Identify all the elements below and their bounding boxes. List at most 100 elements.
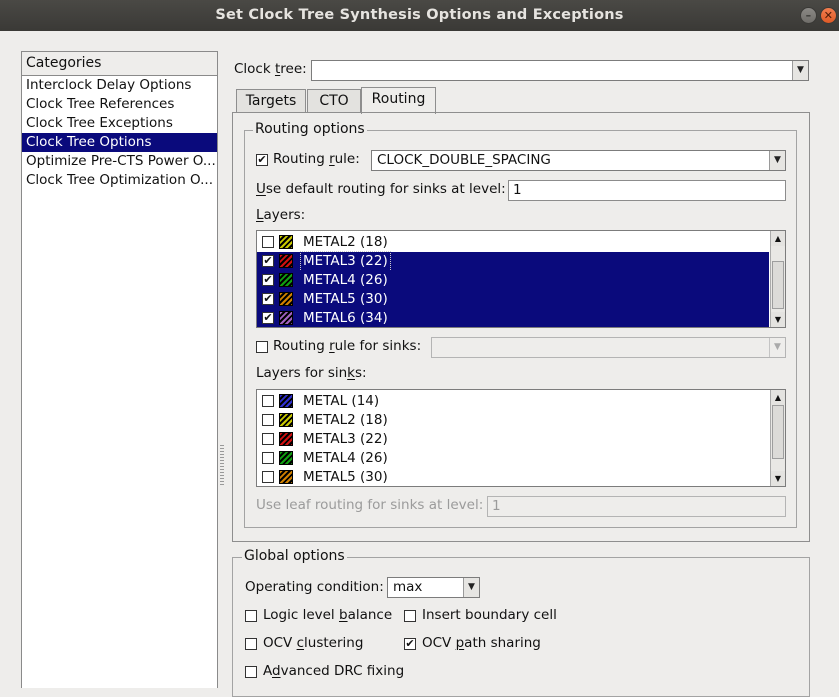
layer-name: METAL4 (26): [303, 272, 388, 288]
sidebar-item[interactable]: Clock Tree Optimization O...: [22, 171, 217, 190]
layer-checkbox[interactable]: ✔: [262, 312, 274, 324]
layer-color-swatch-icon: [279, 292, 293, 306]
layer-color-swatch-icon: [279, 451, 293, 465]
global-options-title: Global options: [242, 548, 347, 564]
clock-tree-combo[interactable]: ▼: [311, 60, 809, 81]
chevron-down-icon[interactable]: ▼: [792, 61, 808, 80]
layer-checkbox[interactable]: [262, 395, 274, 407]
close-icon: ✕: [823, 9, 834, 22]
sink-layers-label: Layers for sinks:: [256, 365, 367, 381]
advanced-drc-label: Advanced DRC fixing: [263, 663, 405, 679]
title-bar: Set Clock Tree Synthesis Options and Exc…: [0, 0, 839, 31]
layer-name: METAL2 (18): [303, 412, 388, 428]
minimize-button[interactable]: –: [800, 7, 817, 24]
layer-color-swatch-icon: [279, 394, 293, 408]
sink-layers-list[interactable]: METAL (14) METAL2 (18) METAL3 (22) METAL4 (…: [256, 389, 786, 487]
tab-cto[interactable]: CTO: [307, 89, 361, 113]
routing-rule-combo[interactable]: CLOCK_DOUBLE_SPACING ▼: [371, 150, 786, 171]
sidebar-item[interactable]: Optimize Pre-CTS Power O...: [22, 152, 217, 171]
layer-color-swatch-icon: [279, 254, 293, 268]
layer-name: METAL5 (30): [303, 469, 388, 485]
layer-name: METAL3 (22): [303, 431, 388, 447]
advanced-drc-checkbox[interactable]: [245, 666, 257, 678]
logic-level-balance-checkbox[interactable]: [245, 610, 257, 622]
layer-checkbox[interactable]: [262, 236, 274, 248]
operating-condition-label: Operating condition:: [245, 579, 384, 595]
routing-options-title: Routing options: [253, 121, 367, 137]
layer-row[interactable]: METAL3 (22): [257, 430, 769, 449]
layer-row[interactable]: METAL (14): [257, 392, 769, 411]
layers-list[interactable]: METAL2 (18) ✔ METAL3 (22) ✔ METAL4 (26) ✔ META…: [256, 230, 786, 328]
categories-header: Categories: [22, 52, 217, 76]
categories-list[interactable]: Categories Interclock Delay Options Clock…: [21, 51, 218, 688]
logic-level-balance-label: Logic level balance: [263, 607, 393, 623]
layer-row[interactable]: ✔ METAL4 (26): [257, 271, 769, 290]
leaf-routing-label: Use leaf routing for sinks at level:: [256, 497, 484, 513]
default-routing-level-input[interactable]: 1: [508, 180, 786, 201]
layer-checkbox[interactable]: [262, 433, 274, 445]
tab-routing[interactable]: Routing: [361, 87, 436, 114]
layer-checkbox[interactable]: [262, 414, 274, 426]
layer-color-swatch-icon: [279, 235, 293, 249]
sidebar-item[interactable]: Clock Tree Options: [22, 133, 217, 152]
layer-checkbox[interactable]: ✔: [262, 293, 274, 305]
layer-checkbox[interactable]: [262, 471, 274, 483]
operating-condition-combo[interactable]: max ▼: [387, 577, 480, 598]
layer-color-swatch-icon: [279, 413, 293, 427]
close-button[interactable]: ✕: [820, 7, 837, 24]
scroll-up-icon[interactable]: ▲: [771, 390, 785, 405]
ocv-path-sharing-checkbox[interactable]: ✔: [404, 638, 416, 650]
layer-color-swatch-icon: [279, 470, 293, 484]
layer-row[interactable]: ✔ METAL5 (30): [257, 290, 769, 309]
scroll-thumb[interactable]: [772, 405, 784, 459]
layer-row[interactable]: METAL5 (30): [257, 468, 769, 486]
chevron-down-icon[interactable]: ▼: [769, 151, 785, 170]
layer-row[interactable]: METAL2 (18): [257, 411, 769, 430]
layer-row[interactable]: ✔ METAL6 (34): [257, 309, 769, 327]
sink-routing-rule-checkbox[interactable]: [256, 341, 268, 353]
layer-name: METAL5 (30): [303, 291, 388, 307]
layer-name: METAL6 (34): [303, 310, 388, 326]
sidebar-item[interactable]: Clock Tree Exceptions: [22, 114, 217, 133]
window-title: Set Clock Tree Synthesis Options and Exc…: [215, 7, 624, 23]
scroll-down-icon[interactable]: ▼: [771, 471, 785, 486]
layers-label: Layers:: [256, 207, 306, 223]
chevron-down-icon[interactable]: ▼: [463, 578, 479, 597]
insert-boundary-cell-label: Insert boundary cell: [422, 607, 557, 623]
scroll-up-icon[interactable]: ▲: [771, 231, 785, 246]
layer-checkbox[interactable]: ✔: [262, 274, 274, 286]
sink-routing-rule-combo[interactable]: ▼: [431, 337, 786, 358]
minimize-icon: –: [805, 9, 812, 22]
routing-rule-checkbox[interactable]: ✔: [256, 154, 268, 166]
chevron-down-icon: ▼: [769, 338, 785, 357]
sink-layers-scrollbar[interactable]: ▲ ▼: [770, 390, 785, 486]
scroll-down-icon[interactable]: ▼: [771, 312, 785, 327]
layer-checkbox[interactable]: [262, 452, 274, 464]
layer-color-swatch-icon: [279, 273, 293, 287]
layer-row[interactable]: METAL2 (18): [257, 233, 769, 252]
ocv-path-sharing-label: OCV path sharing: [422, 635, 541, 651]
layer-row[interactable]: METAL4 (26): [257, 449, 769, 468]
layer-color-swatch-icon: [279, 432, 293, 446]
layer-row[interactable]: ✔ METAL3 (22): [257, 251, 769, 272]
splitter-handle[interactable]: [220, 445, 224, 485]
layer-name: METAL3 (22): [300, 251, 391, 272]
layer-checkbox[interactable]: ✔: [262, 255, 274, 267]
scroll-thumb[interactable]: [772, 261, 784, 309]
tab-targets[interactable]: Targets: [236, 89, 306, 113]
layers-scrollbar[interactable]: ▲ ▼: [770, 231, 785, 327]
ocv-clustering-checkbox[interactable]: [245, 638, 257, 650]
sink-routing-rule-label: Routing rule for sinks:: [273, 338, 422, 354]
clock-tree-label: Clock tree:: [234, 61, 307, 77]
insert-boundary-cell-checkbox[interactable]: [404, 610, 416, 622]
layer-name: METAL (14): [303, 393, 380, 409]
leaf-routing-level-input[interactable]: 1: [487, 496, 786, 517]
sidebar-item[interactable]: Interclock Delay Options: [22, 76, 217, 95]
layer-name: METAL4 (26): [303, 450, 388, 466]
default-routing-label: Use default routing for sinks at level:: [256, 181, 506, 197]
layer-name: METAL2 (18): [303, 234, 388, 250]
routing-rule-label: Routing rule:: [273, 151, 360, 167]
ocv-clustering-label: OCV clustering: [263, 635, 364, 651]
sidebar-item[interactable]: Clock Tree References: [22, 95, 217, 114]
layer-color-swatch-icon: [279, 311, 293, 325]
